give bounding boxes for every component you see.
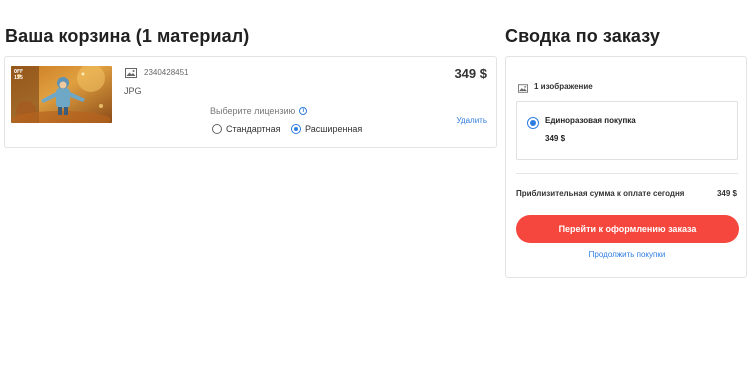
radio-standard[interactable]	[212, 124, 222, 134]
license-extended-label: Расширенная	[305, 124, 363, 134]
image-icon	[518, 84, 528, 93]
option-price: 349 $	[545, 134, 566, 143]
checkout-button[interactable]: Перейти к оформлению заказа	[516, 215, 739, 243]
license-option-standard[interactable]: Стандартная	[212, 124, 281, 134]
continue-shopping-link[interactable]: Продолжить покупки	[506, 250, 748, 259]
thumbnail-photo	[11, 66, 112, 123]
order-summary-card: 1 изображение Единоразовая покупка 349 $…	[505, 56, 747, 278]
radio-one-time[interactable]	[527, 117, 539, 129]
option-title: Единоразовая покупка	[545, 116, 636, 125]
asset-id: 2340428451	[144, 68, 189, 77]
item-thumbnail[interactable]: OFF 125	[11, 66, 112, 123]
thumbnail-badge: OFF 125	[14, 69, 23, 81]
license-label-text: Выберите лицензию	[210, 106, 296, 116]
summary-title: Сводка по заказу	[505, 26, 660, 46]
item-price: 349 $	[454, 66, 487, 81]
file-format: JPG	[124, 86, 142, 96]
license-label: Выберите лицензию i	[210, 106, 308, 116]
approx-total-value: 349 $	[716, 189, 737, 198]
badge-line-2: 125	[14, 75, 24, 81]
license-standard-label: Стандартная	[226, 124, 281, 134]
remove-link[interactable]: Удалить	[456, 116, 487, 125]
image-icon	[125, 68, 137, 78]
divider	[516, 173, 738, 174]
image-count: 1 изображение	[534, 82, 593, 91]
radio-extended[interactable]	[291, 124, 301, 134]
info-icon[interactable]: i	[299, 107, 308, 115]
license-option-extended[interactable]: Расширенная	[291, 124, 362, 134]
cart-item-card: OFF 125 2340428451 JPG 349 $ Выберите ли…	[4, 56, 497, 148]
cart-title: Ваша корзина (1 материал)	[5, 26, 250, 46]
approx-total-label: Приблизительная сумма к оплате сегодня	[516, 189, 685, 198]
purchase-option-one-time[interactable]: Единоразовая покупка 349 $	[516, 101, 738, 160]
